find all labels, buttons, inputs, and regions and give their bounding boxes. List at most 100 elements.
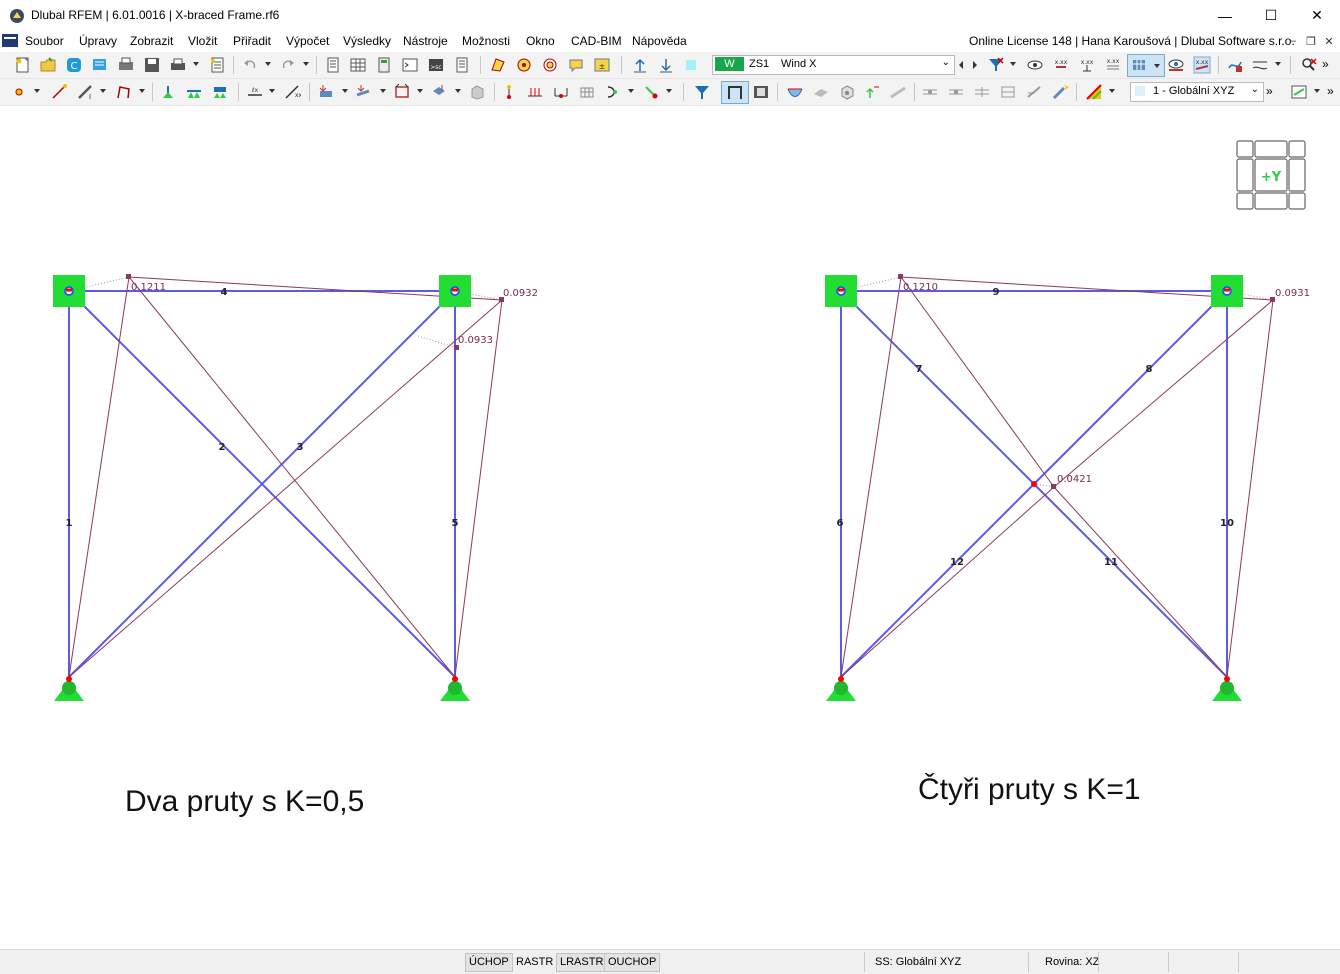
- animation-icon[interactable]: [1226, 56, 1244, 74]
- open-folder-icon[interactable]: [39, 56, 57, 74]
- surface-support-icon[interactable]: [211, 83, 229, 101]
- fixed-support-icon[interactable]: [823, 273, 859, 309]
- left-undeformed-members[interactable]: [68, 290, 456, 678]
- menu-soubor[interactable]: Soubor: [25, 34, 64, 48]
- nodal-load-dropdown-icon[interactable]: [342, 89, 348, 93]
- maximize-button[interactable]: ☐: [1248, 0, 1294, 31]
- mdi-close-button[interactable]: ✕: [1320, 33, 1338, 49]
- visibility-icon[interactable]: [1167, 56, 1185, 74]
- member-icon[interactable]: I: [76, 83, 94, 101]
- minimize-button[interactable]: —: [1202, 0, 1248, 31]
- redo-dropdown-icon[interactable]: [303, 62, 309, 66]
- view-cube-label[interactable]: +Y: [1261, 170, 1282, 185]
- section-icon[interactable]: [604, 83, 622, 101]
- script-icon[interactable]: >sc: [427, 56, 445, 74]
- next-load-case-icon[interactable]: [969, 56, 981, 74]
- dimension-icon[interactable]: ±: [593, 56, 611, 74]
- deformation-dropdown-icon[interactable]: [1275, 62, 1281, 66]
- target-icon[interactable]: [541, 56, 559, 74]
- member-label[interactable]: 7: [916, 364, 923, 375]
- toolbar-overflow[interactable]: »: [1322, 57, 1329, 71]
- mdi-minimize-button[interactable]: –: [1284, 33, 1302, 49]
- surface-icon[interactable]: [489, 56, 507, 74]
- node-icon[interactable]: [10, 83, 28, 101]
- menu-zobrazit[interactable]: Zobrazit: [130, 34, 173, 48]
- new-file-icon[interactable]: [14, 56, 32, 74]
- menu-priradit[interactable]: Přiřadit: [233, 34, 271, 48]
- member-label[interactable]: 3: [297, 442, 304, 453]
- section-cut-icon[interactable]: [921, 83, 939, 101]
- view-results-icon[interactable]: [1026, 56, 1044, 74]
- load-down-icon[interactable]: [657, 56, 675, 74]
- film-icon[interactable]: [752, 83, 770, 101]
- clipping-plane-icon[interactable]: [999, 83, 1017, 101]
- table-icon[interactable]: [349, 56, 367, 74]
- webservice-icon[interactable]: [91, 56, 109, 74]
- delete-results-icon[interactable]: [1300, 56, 1318, 74]
- clipping-box-icon[interactable]: [1025, 83, 1043, 101]
- menu-napoveda[interactable]: Nápověda: [632, 34, 687, 48]
- filter-dropdown-icon[interactable]: [1010, 62, 1016, 66]
- member-load-icon[interactable]: [355, 83, 373, 101]
- member-8[interactable]: [1033, 290, 1228, 485]
- values-on-diagram-icon[interactable]: x.xx: [1193, 56, 1211, 74]
- menu-moznosti[interactable]: Možnosti: [462, 34, 510, 48]
- panel-icon[interactable]: [375, 56, 393, 74]
- view-settings-icon[interactable]: [1290, 83, 1308, 101]
- load-case-select[interactable]: W ZS1 Wind X ⌄: [712, 55, 955, 75]
- result-table-icon[interactable]: x.xx: [1104, 56, 1122, 74]
- local-grid-toggle[interactable]: LRASTR: [556, 953, 608, 972]
- member-hinge-icon[interactable]: ℓx: [246, 83, 264, 101]
- surface-load-dropdown-icon[interactable]: [417, 89, 423, 93]
- member-label[interactable]: 4: [221, 287, 228, 298]
- section-cut-2-icon[interactable]: [947, 83, 965, 101]
- hinged-support-icon[interactable]: [826, 676, 856, 701]
- console-icon[interactable]: [401, 56, 419, 74]
- polyline-icon[interactable]: [115, 83, 133, 101]
- right-frame[interactable]: 9 6 10 7 8 11 12 0.1210 0.0931 0.0421: [823, 273, 1310, 701]
- navigator-icon[interactable]: [324, 56, 342, 74]
- hinged-support-icon[interactable]: [1212, 676, 1242, 701]
- nodal-support-icon[interactable]: [159, 83, 177, 101]
- member-label[interactable]: 1: [66, 518, 73, 529]
- deformation-icon[interactable]: [1251, 56, 1269, 74]
- result-values-alt-icon[interactable]: x.xx: [1078, 56, 1096, 74]
- member-dropdown-icon[interactable]: [100, 89, 106, 93]
- model-view[interactable]: 4 1 5 2 3 0.1211 0.0932 0.0933 9 6 10 7 …: [0, 106, 1340, 949]
- section-cut-3-icon[interactable]: [973, 83, 991, 101]
- member-label[interactable]: 2: [219, 442, 226, 453]
- comment-icon[interactable]: [567, 56, 585, 74]
- mirror-icon[interactable]: [642, 83, 660, 101]
- toolbar2-overflow-right[interactable]: »: [1327, 84, 1334, 98]
- member-label[interactable]: 9: [993, 287, 1000, 298]
- hinged-support-icon[interactable]: [54, 676, 84, 701]
- mdi-restore-button[interactable]: ❐: [1302, 33, 1320, 49]
- coordinate-system-select[interactable]: 1 - Globální XYZ ⌄: [1130, 82, 1264, 102]
- wand-icon[interactable]: [1051, 83, 1069, 101]
- close-button[interactable]: ✕: [1294, 0, 1340, 31]
- member-label[interactable]: 11: [1104, 557, 1118, 568]
- left-frame[interactable]: 4 1 5 2 3 0.1211 0.0932 0.0933: [51, 273, 538, 701]
- member-label[interactable]: 8: [1146, 364, 1153, 375]
- member-12[interactable]: [840, 483, 1035, 678]
- menu-nastroje[interactable]: Nástroje: [403, 34, 448, 48]
- member-label[interactable]: 6: [837, 518, 844, 529]
- reactions-icon[interactable]: [864, 83, 882, 101]
- divide-member-icon[interactable]: [526, 83, 544, 101]
- save-icon[interactable]: [143, 56, 161, 74]
- surface-load-icon[interactable]: [393, 83, 411, 101]
- cloud-icon[interactable]: C: [65, 56, 83, 74]
- node-dropdown-icon[interactable]: [34, 89, 40, 93]
- result-values-icon[interactable]: x.xx: [1052, 56, 1070, 74]
- select-node-icon[interactable]: [515, 56, 533, 74]
- fixed-support-icon[interactable]: [437, 273, 473, 309]
- frame-view-active[interactable]: [721, 81, 749, 104]
- load-up-icon[interactable]: [631, 56, 649, 74]
- polyline-dropdown-icon[interactable]: [139, 89, 145, 93]
- undo-icon[interactable]: [241, 56, 259, 74]
- solid-results-icon[interactable]: [838, 83, 856, 101]
- member-load-dropdown-icon[interactable]: [380, 89, 386, 93]
- eccentricity-icon[interactable]: xx: [283, 83, 301, 101]
- toolbar2-overflow[interactable]: »: [1266, 84, 1273, 98]
- print-dropdown-icon[interactable]: [193, 62, 199, 66]
